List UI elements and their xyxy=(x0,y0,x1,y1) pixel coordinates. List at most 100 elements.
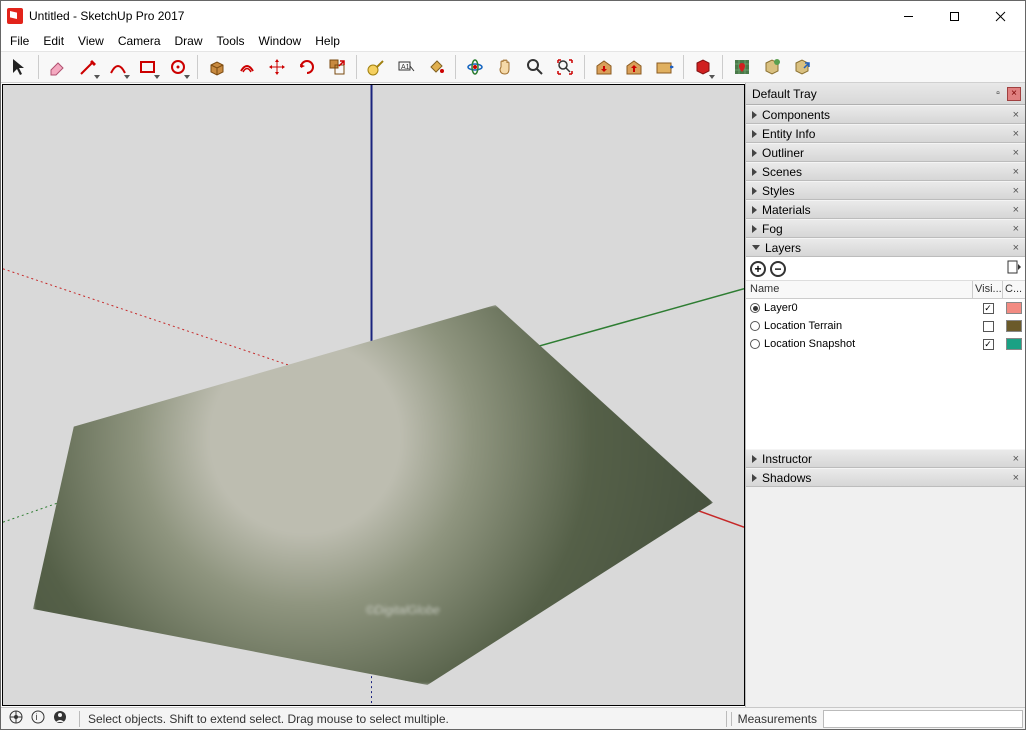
layer-name: Location Terrain xyxy=(764,320,842,332)
app-window: Untitled - SketchUp Pro 2017 File Edit V… xyxy=(0,0,1026,730)
preview-in-google-earth-icon[interactable] xyxy=(788,53,816,81)
menu-edit[interactable]: Edit xyxy=(36,32,71,50)
remove-layer-button[interactable]: − xyxy=(770,261,786,277)
layer-name: Layer0 xyxy=(764,302,798,314)
layer-visible-checkbox[interactable]: ✓ xyxy=(983,303,994,314)
panel-styles[interactable]: Styles× xyxy=(746,181,1025,200)
extension-warehouse-icon[interactable] xyxy=(650,53,678,81)
layout-send-icon[interactable] xyxy=(689,53,717,81)
layer-active-radio[interactable] xyxy=(750,339,760,349)
warehouse-share-icon[interactable] xyxy=(620,53,648,81)
panel-outliner[interactable]: Outliner× xyxy=(746,143,1025,162)
close-button[interactable] xyxy=(977,1,1023,31)
viewport-3d[interactable] xyxy=(2,84,745,706)
add-location-icon[interactable] xyxy=(728,53,756,81)
geolocation-status-icon[interactable] xyxy=(9,710,23,727)
text-tool-icon[interactable]: A1 xyxy=(392,53,420,81)
toolbar: A1 xyxy=(1,51,1025,83)
menu-file[interactable]: File xyxy=(3,32,36,50)
warehouse-get-icon[interactable] xyxy=(590,53,618,81)
panel-close-icon[interactable]: × xyxy=(1011,472,1021,484)
pushpull-tool-icon[interactable] xyxy=(203,53,231,81)
layers-panel-body: + − Name Visi... C... Layer0 ✓ xyxy=(746,257,1025,449)
menu-window[interactable]: Window xyxy=(252,32,309,50)
layer-active-radio[interactable] xyxy=(750,321,760,331)
tape-measure-tool-icon[interactable] xyxy=(362,53,390,81)
sketchup-app-icon xyxy=(7,8,23,24)
menu-tools[interactable]: Tools xyxy=(210,32,252,50)
minimize-button[interactable] xyxy=(885,1,931,31)
zoom-tool-icon[interactable] xyxy=(521,53,549,81)
offset-tool-icon[interactable] xyxy=(233,53,261,81)
panel-close-icon[interactable]: × xyxy=(1011,109,1021,121)
layers-toolbar: + − xyxy=(746,257,1025,281)
shapes-tool-icon[interactable] xyxy=(134,53,162,81)
col-visible[interactable]: Visi... xyxy=(973,281,1003,298)
layer-visible-checkbox[interactable]: ✓ xyxy=(983,339,994,350)
layer-row[interactable]: Layer0 ✓ xyxy=(746,299,1025,317)
layer-name: Location Snapshot xyxy=(764,338,855,350)
svg-text:A1: A1 xyxy=(401,64,410,71)
panel-fog[interactable]: Fog× xyxy=(746,219,1025,238)
panel-layers[interactable]: Layers× xyxy=(746,238,1025,257)
panel-close-icon[interactable]: × xyxy=(1011,147,1021,159)
layers-menu-icon[interactable] xyxy=(1007,260,1021,277)
col-name[interactable]: Name xyxy=(746,281,973,298)
layer-active-radio[interactable] xyxy=(750,303,760,313)
layer-visible-checkbox[interactable] xyxy=(983,321,994,332)
panel-close-icon[interactable]: × xyxy=(1011,166,1021,178)
measurements-input[interactable] xyxy=(823,710,1023,728)
panel-components[interactable]: Components× xyxy=(746,105,1025,124)
window-controls xyxy=(885,1,1023,31)
layer-color-swatch[interactable] xyxy=(1006,320,1022,332)
main-area: Default Tray ▫ × Components× Entity Info… xyxy=(1,83,1025,707)
layer-row[interactable]: Location Snapshot ✓ xyxy=(746,335,1025,353)
select-tool-icon[interactable] xyxy=(5,53,33,81)
add-layer-button[interactable]: + xyxy=(750,261,766,277)
menu-view[interactable]: View xyxy=(71,32,111,50)
menu-camera[interactable]: Camera xyxy=(111,32,168,50)
tray-empty-area xyxy=(746,487,1025,707)
panel-shadows[interactable]: Shadows× xyxy=(746,468,1025,487)
tray-close-icon[interactable]: × xyxy=(1007,87,1021,101)
eraser-tool-icon[interactable] xyxy=(44,53,72,81)
menu-help[interactable]: Help xyxy=(308,32,347,50)
pan-tool-icon[interactable] xyxy=(491,53,519,81)
panel-materials[interactable]: Materials× xyxy=(746,200,1025,219)
panel-close-icon[interactable]: × xyxy=(1011,242,1021,254)
panel-close-icon[interactable]: × xyxy=(1011,204,1021,216)
panel-instructor[interactable]: Instructor× xyxy=(746,449,1025,468)
titlebar: Untitled - SketchUp Pro 2017 xyxy=(1,1,1025,31)
circle-tool-icon[interactable] xyxy=(164,53,192,81)
layer-color-swatch[interactable] xyxy=(1006,302,1022,314)
panel-scenes[interactable]: Scenes× xyxy=(746,162,1025,181)
zoom-extents-tool-icon[interactable] xyxy=(551,53,579,81)
menu-draw[interactable]: Draw xyxy=(168,32,210,50)
arcs-tool-icon[interactable] xyxy=(104,53,132,81)
panel-close-icon[interactable]: × xyxy=(1011,223,1021,235)
rotate-tool-icon[interactable] xyxy=(293,53,321,81)
scale-tool-icon[interactable] xyxy=(323,53,351,81)
maximize-button[interactable] xyxy=(931,1,977,31)
lines-tool-icon[interactable] xyxy=(74,53,102,81)
default-tray: Default Tray ▫ × Components× Entity Info… xyxy=(745,83,1025,707)
col-color[interactable]: C... xyxy=(1003,281,1025,298)
panel-entity-info[interactable]: Entity Info× xyxy=(746,124,1025,143)
window-title: Untitled - SketchUp Pro 2017 xyxy=(29,9,885,23)
panel-close-icon[interactable]: × xyxy=(1011,453,1021,465)
status-hint: Select objects. Shift to extend select. … xyxy=(84,712,722,726)
move-tool-icon[interactable] xyxy=(263,53,291,81)
panel-close-icon[interactable]: × xyxy=(1011,128,1021,140)
layer-color-swatch[interactable] xyxy=(1006,338,1022,350)
layer-row[interactable]: Location Terrain xyxy=(746,317,1025,335)
menubar: File Edit View Camera Draw Tools Window … xyxy=(1,31,1025,51)
photo-textures-icon[interactable] xyxy=(758,53,786,81)
user-status-icon[interactable] xyxy=(53,710,67,727)
layers-column-headers: Name Visi... C... xyxy=(746,281,1025,299)
credits-status-icon[interactable]: i xyxy=(31,710,45,727)
orbit-tool-icon[interactable] xyxy=(461,53,489,81)
tray-titlebar[interactable]: Default Tray ▫ × xyxy=(746,83,1025,105)
panel-close-icon[interactable]: × xyxy=(1011,185,1021,197)
tray-pin-icon[interactable]: ▫ xyxy=(991,87,1005,101)
paint-bucket-tool-icon[interactable] xyxy=(422,53,450,81)
